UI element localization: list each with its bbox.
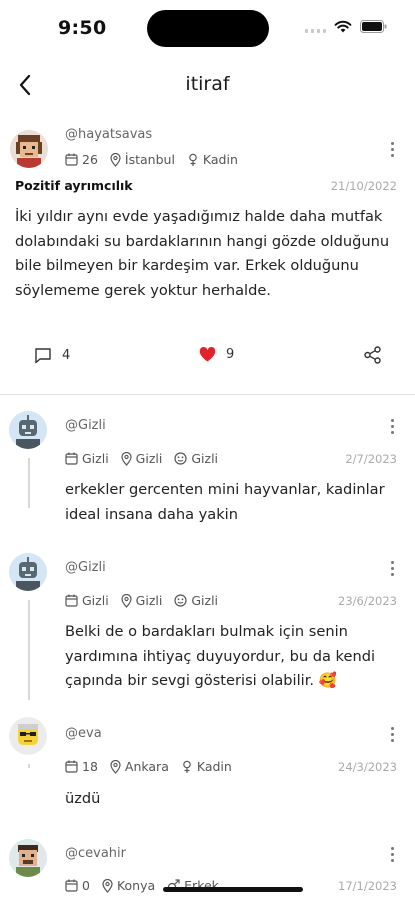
comment-gender: Gizli <box>191 593 219 608</box>
comment-date: 24/3/2023 <box>338 760 397 774</box>
post-gender: Kadin <box>202 152 238 167</box>
home-indicator <box>163 887 303 892</box>
mask-face-icon <box>174 452 187 465</box>
calendar-icon <box>65 594 78 607</box>
comment-gender: Gizli <box>191 451 219 466</box>
page-title: itiraf <box>185 73 230 95</box>
comment-age: Gizli <box>82 451 109 466</box>
post-username[interactable]: @hayatsavas <box>65 127 152 142</box>
comment-username[interactable]: @eva <box>65 726 102 741</box>
comment-text: erkekler gercenten mini hayvanlar, kadin… <box>65 481 385 523</box>
avatar[interactable] <box>9 717 47 755</box>
comment-location: Gizli <box>135 451 163 466</box>
post-more-button[interactable] <box>385 139 399 159</box>
comment-text: üzdü <box>65 790 101 807</box>
divider <box>0 394 415 395</box>
comment-age: 0 <box>82 878 90 893</box>
avatar[interactable] <box>9 553 47 591</box>
heart-icon <box>199 347 216 362</box>
like-button[interactable]: 9 <box>199 347 234 362</box>
female-icon <box>181 760 193 774</box>
comment-more-button[interactable] <box>385 558 399 578</box>
comment-more-button[interactable] <box>385 844 399 864</box>
post-category: Pozitif ayrımcılık <box>15 178 133 193</box>
mask-face-icon <box>174 594 187 607</box>
comment-more-button[interactable] <box>385 724 399 744</box>
comment-location: Gizli <box>135 593 163 608</box>
comment-meta: 18 Ankara Kadin <box>65 759 238 774</box>
comment-username[interactable]: @cevahir <box>65 846 126 861</box>
comment-text: Belki de o bardakları bulmak için senin … <box>65 623 376 689</box>
nav-bar: itiraf <box>0 60 415 110</box>
wifi-icon <box>334 20 352 33</box>
comment-gender: Kadin <box>196 759 232 774</box>
comment-meta: Gizli Gizli Gizli <box>65 451 224 466</box>
post-actions: 4 9 <box>0 343 415 373</box>
post-meta: 26 İstanbul Kadin <box>65 152 244 167</box>
calendar-icon <box>65 452 78 465</box>
like-count: 9 <box>226 347 235 362</box>
status-time: 9:50 <box>58 17 107 39</box>
location-pin-icon <box>121 451 132 466</box>
comment-more-button[interactable] <box>385 416 399 436</box>
location-pin-icon <box>110 152 121 167</box>
comment-username[interactable]: @Gizli <box>65 560 106 575</box>
post-location: İstanbul <box>124 152 175 167</box>
dynamic-island <box>147 10 269 47</box>
location-pin-icon <box>110 759 121 774</box>
comment-age: 18 <box>82 759 98 774</box>
comment-age: Gizli <box>82 593 109 608</box>
comment-count: 4 <box>62 348 71 363</box>
avatar[interactable] <box>9 411 47 449</box>
comment-icon <box>35 348 51 364</box>
thread-line <box>28 458 30 508</box>
post-text: İki yıldır aynı evde yaşadığımız halde d… <box>15 208 390 299</box>
avatar[interactable] <box>9 839 47 877</box>
comment-date: 23/6/2023 <box>338 594 397 608</box>
comment-date: 17/1/2023 <box>338 879 397 893</box>
comment-date: 2/7/2023 <box>345 452 397 466</box>
comment-location: Konya <box>116 878 156 893</box>
battery-icon <box>360 20 387 33</box>
calendar-icon <box>65 879 78 892</box>
avatar[interactable] <box>10 130 48 168</box>
calendar-icon <box>65 760 78 773</box>
status-icons <box>305 20 387 33</box>
female-icon <box>187 153 199 167</box>
post-age: 26 <box>82 152 98 167</box>
status-bar: 9:50 <box>0 0 415 56</box>
comment-location: Ankara <box>124 759 169 774</box>
thread-line <box>28 764 30 768</box>
location-pin-icon <box>102 878 113 893</box>
share-button[interactable] <box>364 346 381 364</box>
signal-icon <box>305 21 326 33</box>
location-pin-icon <box>121 593 132 608</box>
thread-line <box>28 600 30 700</box>
comment-meta: Gizli Gizli Gizli <box>65 593 224 608</box>
comments-button[interactable]: 4 <box>34 347 70 364</box>
comment-username[interactable]: @Gizli <box>65 418 106 433</box>
calendar-icon <box>65 153 78 166</box>
share-icon <box>364 346 381 364</box>
post-date: 21/10/2022 <box>330 179 397 193</box>
